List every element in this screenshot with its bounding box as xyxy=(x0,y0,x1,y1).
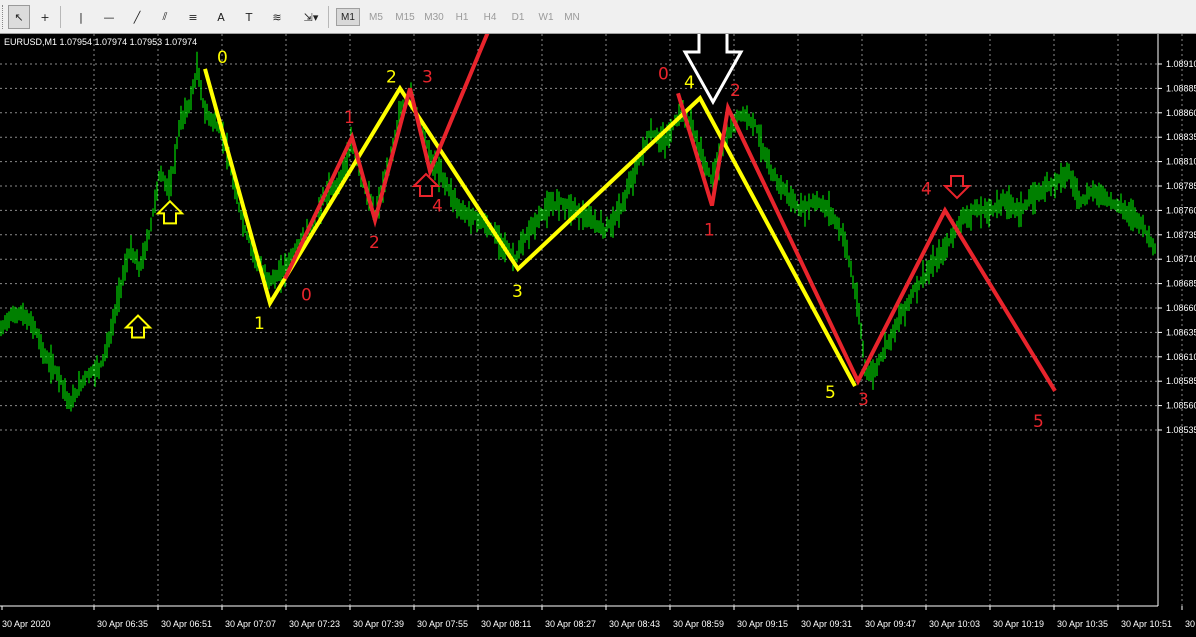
x-tick-label: 30 Apr 11: xyxy=(1185,619,1196,629)
arrows-tool-button[interactable]: ⇲▾ xyxy=(296,5,326,29)
red-wave-2-label: 1 xyxy=(704,221,715,241)
symbol-label: EURUSD,M1 1.07954 1.07974 1.07953 1.0797… xyxy=(4,37,198,47)
red-wave-2-label: 3 xyxy=(858,390,869,410)
y-tick-label: 1.08685 xyxy=(1166,279,1196,289)
timeframe-m15-button[interactable]: M15 xyxy=(391,8,419,26)
x-tick-label: 30 Apr 07:07 xyxy=(225,619,276,629)
timeframe-m5-button[interactable]: M5 xyxy=(364,8,388,26)
trendline-tool-button[interactable]: ╱ xyxy=(126,5,148,29)
yellow-wave-label: 5 xyxy=(825,383,836,403)
red-wave-1-label: 0 xyxy=(301,286,312,306)
red-wave-2-label: 5 xyxy=(1033,412,1044,432)
timeframe-m1-button[interactable]: M1 xyxy=(336,8,360,26)
y-tick-label: 1.08660 xyxy=(1166,303,1196,313)
x-tick-label: 30 Apr 09:31 xyxy=(801,619,852,629)
timeframe-h4-button[interactable]: H4 xyxy=(478,8,502,26)
y-tick-label: 1.08560 xyxy=(1166,401,1196,411)
horizontal-line-tool-button[interactable]: — xyxy=(98,5,120,29)
red-wave-2-label: 4 xyxy=(921,179,932,199)
y-tick-label: 1.08860 xyxy=(1166,108,1196,118)
x-tick-label: 30 Apr 07:23 xyxy=(289,619,340,629)
x-tick-label: 30 Apr 07:39 xyxy=(353,619,404,629)
toolbar-separator xyxy=(328,6,329,28)
timeframe-h1-button[interactable]: H1 xyxy=(450,8,474,26)
x-tick-label: 30 Apr 08:59 xyxy=(673,619,724,629)
red-wave-2-label: 0 xyxy=(658,64,669,84)
x-tick-label: 30 Apr 06:35 xyxy=(97,619,148,629)
red-wave-1-label: 2 xyxy=(369,233,380,253)
yellow-wave-label: 2 xyxy=(386,67,397,87)
x-tick-label: 30 Apr 10:51 xyxy=(1121,619,1172,629)
y-tick-label: 1.08535 xyxy=(1166,425,1196,435)
toolbar-separator xyxy=(60,6,61,28)
yellow-wave-label: 1 xyxy=(254,314,265,334)
timeframe-d1-button[interactable]: D1 xyxy=(506,8,530,26)
x-tick-label: 30 Apr 08:27 xyxy=(545,619,596,629)
x-tick-label: 30 Apr 06:51 xyxy=(161,619,212,629)
x-tick-label: 30 Apr 09:15 xyxy=(737,619,788,629)
y-tick-label: 1.08885 xyxy=(1166,83,1196,93)
x-tick-label: 30 Apr 2020 xyxy=(2,619,51,629)
red-wave-1-label: 1 xyxy=(344,108,355,128)
y-tick-label: 1.08810 xyxy=(1166,157,1196,167)
y-tick-label: 1.08910 xyxy=(1166,59,1196,69)
toolbar-grip[interactable] xyxy=(2,5,6,29)
y-tick-label: 1.08635 xyxy=(1166,327,1196,337)
x-tick-label: 30 Apr 10:35 xyxy=(1057,619,1108,629)
red-wave-2-label: 2 xyxy=(730,81,741,101)
x-tick-label: 30 Apr 08:11 xyxy=(481,619,531,629)
chart-area[interactable]: 1.08910 1.08885 1.08860 1.08835 1.08810 1.087… xyxy=(0,34,1196,637)
y-tick-label: 1.08735 xyxy=(1166,230,1196,240)
x-tick-label: 30 Apr 08:43 xyxy=(609,619,660,629)
red-wave-1-label: 4 xyxy=(432,196,443,216)
y-tick-label: 1.08785 xyxy=(1166,181,1196,191)
y-tick-label: 1.08585 xyxy=(1166,376,1196,386)
equidistant-channel-tool-button[interactable]: ⫽ xyxy=(154,5,176,29)
timeframe-w1-button[interactable]: W1 xyxy=(534,8,558,26)
text-tool-button[interactable]: A xyxy=(210,5,232,29)
drawing-toolbar: ↖ + | — ╱ ⫽ ≡ A T ≋ ⇲▾ M1 M5 M15 M30 H1 H4 D1 W1 MN xyxy=(0,0,1196,34)
yellow-wave-label: 3 xyxy=(512,282,523,302)
y-tick-label: 1.08610 xyxy=(1166,352,1196,362)
x-tick-label: 30 Apr 07:55 xyxy=(417,619,468,629)
x-tick-label: 30 Apr 10:03 xyxy=(929,619,980,629)
fibonacci-fan-tool-button[interactable]: ≋ xyxy=(266,5,288,29)
y-tick-label: 1.08835 xyxy=(1166,132,1196,142)
crosshair-tool-button[interactable]: + xyxy=(34,5,56,29)
text-label-tool-button[interactable]: T xyxy=(238,5,260,29)
yellow-wave-label: 4 xyxy=(684,73,695,93)
timeframe-m30-button[interactable]: M30 xyxy=(420,8,448,26)
x-tick-label: 30 Apr 10:19 xyxy=(993,619,1044,629)
yellow-wave-label: 0 xyxy=(217,48,228,68)
red-wave-1-label: 3 xyxy=(422,67,433,87)
vertical-line-tool-button[interactable]: | xyxy=(70,5,92,29)
y-tick-label: 1.08710 xyxy=(1166,254,1196,264)
y-tick-label: 1.08760 xyxy=(1166,205,1196,215)
timeframe-mn-button[interactable]: MN xyxy=(560,8,584,26)
price-chart[interactable]: 1.08910 1.08885 1.08860 1.08835 1.08810 1.087… xyxy=(0,34,1196,637)
cursor-tool-button[interactable]: ↖ xyxy=(8,5,30,29)
x-tick-label: 30 Apr 09:47 xyxy=(865,619,916,629)
fibonacci-retracement-tool-button[interactable]: ≡ xyxy=(182,5,204,29)
